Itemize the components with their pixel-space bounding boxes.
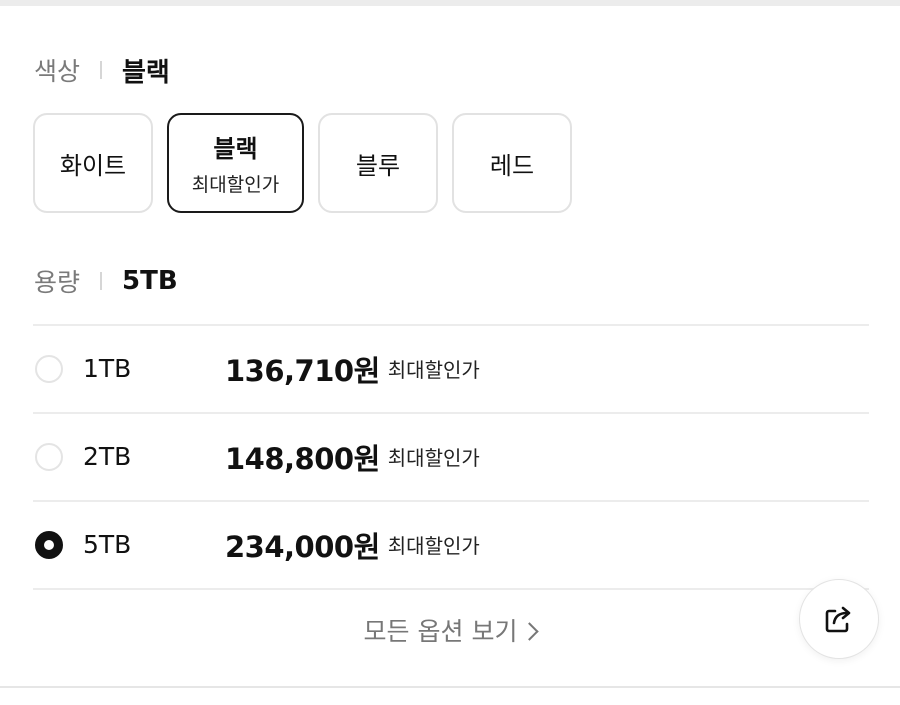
capacity-size: 2TB <box>83 442 132 471</box>
capacity-price: 136,710원 <box>225 353 380 388</box>
capacity-badge: 최대할인가 <box>387 358 480 382</box>
label-separator <box>100 272 103 290</box>
color-option-label: 블루 <box>355 151 401 180</box>
color-options: 화이트 블랙 최대할인가 블루 레드 <box>33 113 572 213</box>
color-option-white[interactable]: 화이트 <box>33 113 153 213</box>
bottom-divider <box>0 686 900 688</box>
color-selected-value: 블랙 <box>122 57 170 88</box>
capacity-size: 1TB <box>83 354 132 383</box>
color-option-label: 화이트 <box>59 151 127 180</box>
capacity-badge: 최대할인가 <box>387 534 480 558</box>
share-icon <box>820 600 858 638</box>
capacity-section-label: 용량 <box>34 268 81 297</box>
capacity-section-header: 용량 5TB <box>34 261 178 301</box>
color-option-label: 블랙 <box>213 135 258 163</box>
view-all-options-link[interactable]: 모든 옵션 보기 <box>0 612 900 648</box>
chevron-right-icon <box>520 622 540 641</box>
capacity-option-5tb[interactable]: 5TB 234,000원 최대할인가 <box>33 501 869 588</box>
color-option-red[interactable]: 레드 <box>452 113 572 213</box>
radio-button[interactable] <box>35 442 63 471</box>
color-option-blue[interactable]: 블루 <box>318 113 438 213</box>
color-option-badge: 최대할인가 <box>191 174 280 196</box>
capacity-option-2tb[interactable]: 2TB 148,800원 최대할인가 <box>33 413 869 500</box>
label-separator <box>100 61 103 79</box>
top-divider-bar <box>0 0 900 6</box>
row-divider <box>33 588 869 590</box>
capacity-badge: 최대할인가 <box>387 446 480 470</box>
capacity-price: 234,000원 <box>225 529 380 564</box>
view-all-label: 모든 옵션 보기 <box>363 617 518 646</box>
capacity-selected-value: 5TB <box>122 266 178 296</box>
share-button[interactable] <box>799 579 879 659</box>
capacity-size: 5TB <box>83 530 132 559</box>
radio-button-checked[interactable] <box>35 530 63 559</box>
color-section-header: 색상 블랙 <box>34 50 170 90</box>
capacity-option-1tb[interactable]: 1TB 136,710원 최대할인가 <box>33 325 869 412</box>
color-section-label: 색상 <box>34 57 81 86</box>
capacity-price: 148,800원 <box>225 441 380 476</box>
radio-button[interactable] <box>35 354 63 383</box>
color-option-label: 레드 <box>489 151 535 180</box>
color-option-black[interactable]: 블랙 최대할인가 <box>167 113 304 213</box>
